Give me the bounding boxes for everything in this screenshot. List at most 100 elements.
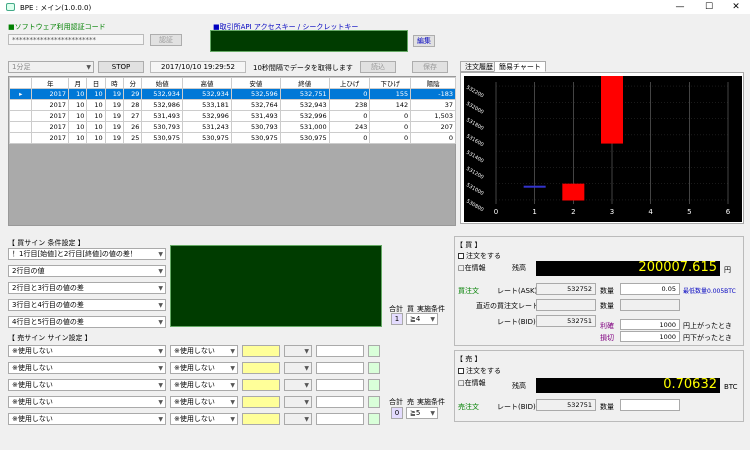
column-header[interactable]: 上ひげ (328, 77, 371, 89)
loss-input[interactable]: 1000 (620, 331, 680, 342)
table-cell: 10 (86, 121, 106, 133)
sell-cond-select-a[interactable]: ※使用しない ▼ (8, 396, 166, 408)
column-header[interactable]: 分 (123, 77, 143, 89)
y-tick-label: 531600 (465, 133, 485, 148)
api-edit-button[interactable]: 編集 (413, 35, 435, 47)
buy-rate-bid: 532751 (536, 315, 596, 327)
sell-qty-input[interactable] (620, 399, 680, 411)
api-key-box[interactable] (210, 30, 408, 52)
sell-cond-select-a[interactable]: ※使用しない ▼ (8, 413, 166, 425)
sell-cond-operator[interactable]: ▼ (284, 379, 312, 391)
sell-cond-select-b[interactable]: ※使用しない ▼ (170, 396, 238, 408)
status-message: 10秒間隔でデータを取得します (253, 64, 353, 72)
sell-order-checkbox[interactable]: 注文をする (458, 366, 501, 376)
sell-cond-select-b[interactable]: ※使用しない ▼ (170, 379, 238, 391)
table-cell: 2017 (31, 110, 70, 122)
chevron-down-icon: ▼ (158, 319, 163, 326)
table-cell: 530,793 (141, 121, 184, 133)
sell-cond-operator[interactable]: ▼ (284, 345, 312, 357)
column-header[interactable]: 月 (68, 77, 88, 89)
table-row[interactable]: 2017 10 10 19 27 531,493 532,996 531,493 532,996… (8, 110, 456, 122)
datetime-field: 2017/10/10 19:29:52 (150, 61, 246, 73)
table-cell: 19 (104, 132, 125, 144)
sell-cond-select-b[interactable]: ※使用しない ▼ (170, 362, 238, 374)
sell-cond-select-b[interactable]: ※使用しない ▼ (170, 413, 238, 425)
chevron-down-icon: ▼ (430, 316, 435, 323)
sell-cond-value-b[interactable] (316, 345, 364, 357)
column-header[interactable] (8, 77, 33, 89)
table-cell: 10 (68, 110, 88, 122)
chevron-down-icon: ▼ (158, 416, 163, 423)
save-button[interactable]: 保存 (412, 61, 448, 73)
sell-cond-operator[interactable]: ▼ (284, 413, 312, 425)
sell-cond-value-a[interactable] (242, 362, 280, 374)
sell-cond-value-b[interactable] (316, 396, 364, 408)
tab-simple-chart[interactable]: 簡易チャート (494, 61, 546, 72)
column-header[interactable]: 終値 (279, 77, 330, 89)
load-button[interactable]: 読込 (360, 61, 396, 73)
column-header[interactable]: 時 (104, 77, 125, 89)
table-row[interactable]: ▸ 2017 10 10 19 29 532,934 532,934 532,596 532,75… (8, 88, 456, 100)
sell-cond-value-a[interactable] (242, 413, 280, 425)
sell-cond-select-a[interactable]: ※使用しない ▼ (8, 345, 166, 357)
buy-rate-ask-label: レート(ASK) (497, 287, 538, 295)
buy-order-checkbox[interactable]: 注文をする (458, 251, 501, 261)
x-tick-label: 3 (610, 208, 614, 216)
tab-order-history[interactable]: 注文履歴 (460, 61, 498, 72)
chevron-down-icon: ▼ (230, 348, 235, 355)
buy-qty-input[interactable]: 0.05 (620, 283, 680, 295)
sell-cond-operator[interactable]: ▼ (284, 396, 312, 408)
sell-cond-select-a[interactable]: ※使用しない ▼ (8, 379, 166, 391)
table-cell: 532,996 (279, 110, 330, 122)
auth-button[interactable]: 認証 (150, 34, 182, 46)
table-row[interactable]: 2017 10 10 19 28 532,986 533,181 532,764 532,943… (8, 99, 456, 111)
stop-button[interactable]: STOP (98, 61, 144, 73)
auth-code-field[interactable]: ************************ (8, 34, 144, 45)
sell-rate-bid-label: レート(BID) (497, 403, 536, 411)
table-cell: 532,934 (141, 88, 184, 100)
maximize-button[interactable]: ☐ (697, 1, 721, 13)
buy-cond-select-4[interactable]: 3行目と4行目の値の差 ▼ (8, 299, 166, 311)
sell-cond-value-b[interactable] (316, 413, 364, 425)
sell-qty-label: 数量 (600, 403, 614, 411)
column-header[interactable]: 始値 (141, 77, 184, 89)
sell-cond-select-a[interactable]: ※使用しない ▼ (8, 362, 166, 374)
buy-cond-select-5[interactable]: 4行目と5行目の値の差 ▼ (8, 316, 166, 328)
sell-side-label: 売 (407, 398, 414, 406)
sell-exec-select[interactable]: ≧5 ▼ (406, 407, 438, 419)
table-cell: 10 (86, 110, 106, 122)
buy-recent-qty (620, 299, 680, 311)
x-tick-label: 5 (687, 208, 691, 216)
buy-exec-select[interactable]: ≧4 ▼ (406, 313, 438, 325)
sell-cond-value-a[interactable] (242, 345, 280, 357)
table-cell: 0 (328, 88, 371, 100)
close-button[interactable]: ✕ (724, 1, 748, 13)
sell-cond-value-a[interactable] (242, 379, 280, 391)
column-header[interactable]: 下ひげ (369, 77, 412, 89)
chevron-down-icon: ▼ (158, 348, 163, 355)
table-cell: 28 (123, 99, 143, 111)
column-header[interactable]: 陽陰 (410, 77, 456, 89)
buy-cond-select-1[interactable]: ！1行目[始値]と2行目[終値]の値の差！ ▼ (8, 248, 166, 260)
x-tick-label: 2 (571, 208, 575, 216)
buy-cond-select-2[interactable]: 2行目の値 ▼ (8, 265, 166, 277)
buy-balance-label: 残高 (512, 264, 526, 272)
interval-select[interactable]: 1分足 ▼ (8, 61, 94, 73)
column-header[interactable]: 年 (31, 77, 70, 89)
table-row[interactable]: 2017 10 10 19 26 530,793 531,243 530,793 531,000… (8, 121, 456, 133)
sell-cond-operator[interactable]: ▼ (284, 362, 312, 374)
sell-cond-value-b[interactable] (316, 379, 364, 391)
buy-cond-select-3[interactable]: 2行目と3行目の値の差 ▼ (8, 282, 166, 294)
table-cell: 155 (369, 88, 412, 100)
sell-cond-value-a[interactable] (242, 396, 280, 408)
profit-input[interactable]: 1000 (620, 319, 680, 330)
column-header[interactable]: 高値 (182, 77, 232, 89)
sell-cond-value-b[interactable] (316, 362, 364, 374)
minimize-button[interactable]: — (668, 1, 692, 13)
column-header[interactable]: 日 (86, 77, 106, 89)
sell-cond-select-b[interactable]: ※使用しない ▼ (170, 345, 238, 357)
table-row[interactable]: 2017 10 10 19 25 530,975 530,975 530,975 530,975… (8, 132, 456, 144)
column-header[interactable]: 安値 (230, 77, 281, 89)
y-tick-label: 531200 (465, 166, 485, 181)
buy-total-value: 1 (391, 313, 403, 325)
